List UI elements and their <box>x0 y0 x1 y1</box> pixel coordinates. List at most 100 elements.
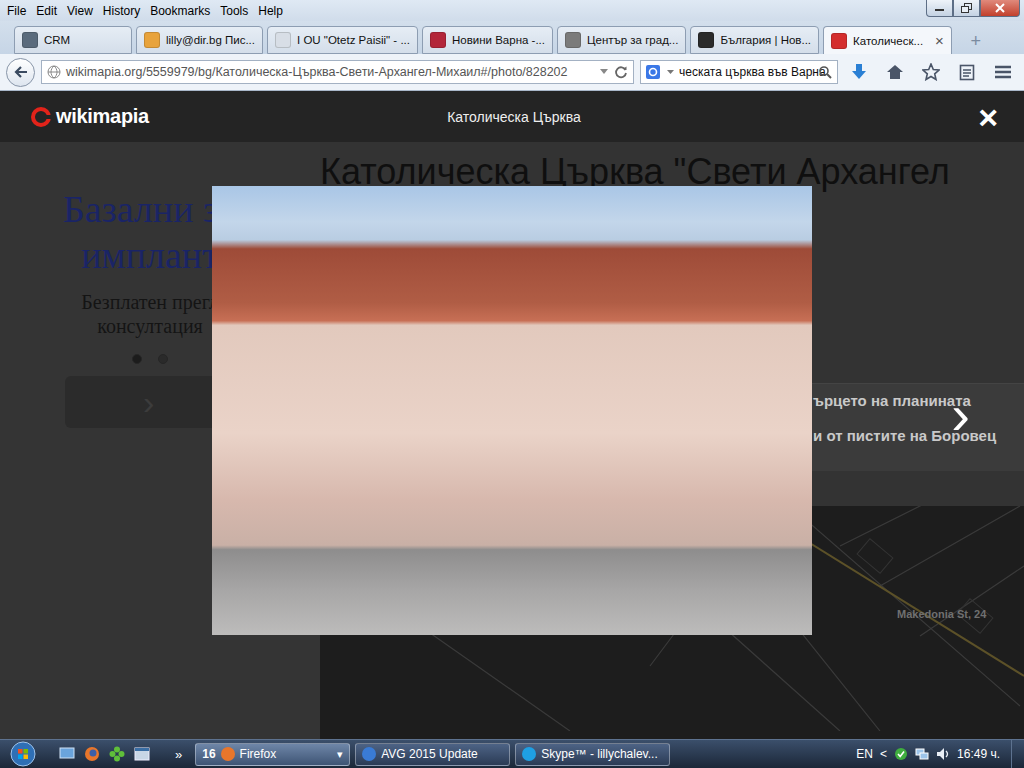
task-label: Skype™ - lillychalev... <box>541 747 657 761</box>
photo-lightbox: wikimapia Католическа Църква × › <box>0 91 1024 739</box>
browser-tab[interactable]: I OU "Otetz Paisii" - ... <box>267 26 418 54</box>
network-icon[interactable] <box>915 747 929 761</box>
lightbox-close-button[interactable]: × <box>978 100 998 134</box>
minimize-button[interactable] <box>926 0 953 17</box>
download-button[interactable] <box>844 59 874 85</box>
menu-item[interactable]: View <box>62 4 98 18</box>
wikimapia-logo[interactable]: wikimapia <box>30 105 447 128</box>
taskbar: » 16Firefox▾ AVG 2015 Update Skype™ - lilly… <box>0 739 1024 768</box>
browser-tab[interactable]: lilly@dir.bg Пис... <box>136 26 263 54</box>
search-text: ческата църква във Варна <box>679 65 813 79</box>
back-arrow-icon <box>13 64 29 80</box>
app-launcher[interactable] <box>132 744 152 764</box>
browser-tab[interactable]: България | Нов... <box>690 26 819 54</box>
menu-item[interactable]: Help <box>253 4 288 18</box>
tab-label: Център за град... <box>587 34 678 46</box>
favicon-icon <box>698 32 714 48</box>
browser-tab[interactable]: Център за град... <box>557 26 686 54</box>
firefox-launcher[interactable] <box>82 744 102 764</box>
close-icon <box>994 3 1006 13</box>
hamburger-icon <box>994 64 1012 80</box>
clock[interactable]: 16:49 ч. <box>957 747 1000 761</box>
browser-window: FileEditViewHistoryBookmarksToolsHelpCRM… <box>0 0 1024 768</box>
favicon-icon <box>144 32 160 48</box>
next-photo-button[interactable]: › <box>951 382 970 447</box>
task-app-icon <box>522 747 536 761</box>
menu-item[interactable]: Bookmarks <box>145 4 215 18</box>
tab-label: Новини Варна -... <box>452 34 545 46</box>
task-button[interactable]: Skype™ - lillychalev... <box>515 743 670 766</box>
task-app-icon <box>221 747 235 761</box>
more-launchers-button[interactable]: » <box>175 747 182 762</box>
task-button[interactable]: AVG 2015 Update <box>355 743 510 766</box>
show-desktop-launcher[interactable] <box>57 744 77 764</box>
navigation-bar: wikimapia.org/5559979/bg/Католическа-Цър… <box>0 54 1024 91</box>
search-field[interactable]: ческата църква във Варна <box>640 60 838 84</box>
task-count: 16 <box>202 747 215 761</box>
wikimapia-ring-icon <box>30 106 52 128</box>
restore-button[interactable] <box>953 0 980 17</box>
security-check-icon[interactable] <box>894 747 908 761</box>
ad-dot[interactable] <box>158 354 168 364</box>
menu-item[interactable]: Edit <box>31 4 62 18</box>
tray-expand-button[interactable]: < <box>880 747 887 761</box>
reload-icon[interactable] <box>614 65 628 79</box>
clipboard-icon <box>959 63 975 81</box>
volume-icon[interactable] <box>936 747 950 761</box>
windows-orb-icon <box>10 741 36 767</box>
menu-item[interactable]: Tools <box>215 4 253 18</box>
window-app-icon <box>134 747 150 761</box>
tab-close-button[interactable]: × <box>929 32 944 49</box>
menu-button[interactable] <box>988 59 1018 85</box>
engine-dropdown-icon[interactable] <box>667 69 674 75</box>
desktop-icon <box>59 747 75 761</box>
tab-label: CRM <box>44 34 70 46</box>
address-text: wikimapia.org/5559979/bg/Католическа-Цър… <box>66 65 594 79</box>
map-label: Makedonia St, 24 <box>897 608 986 620</box>
favicon-icon <box>430 32 446 48</box>
home-button[interactable] <box>880 59 910 85</box>
browser-tab[interactable]: Новини Варна -... <box>422 26 553 54</box>
favicon-icon <box>565 32 581 48</box>
page-content: Базални зъимплантБезплатен преглконсулта… <box>0 91 1024 739</box>
browser-tab[interactable]: Католическ... × <box>823 26 952 54</box>
favicon-icon <box>831 33 847 49</box>
task-label: AVG 2015 Update <box>381 747 478 761</box>
tab-label: Католическ... <box>853 35 923 47</box>
google-icon <box>646 65 662 79</box>
flower-icon <box>109 746 125 762</box>
system-tray: EN <16:49 ч. <box>856 740 1024 768</box>
star-icon <box>922 63 940 81</box>
lightbox-title: Католическа Църква <box>447 109 581 125</box>
browser-tab[interactable]: CRM <box>14 26 132 54</box>
start-button[interactable] <box>8 741 38 767</box>
menu-item[interactable]: History <box>98 4 145 18</box>
utorrent-launcher[interactable] <box>107 744 127 764</box>
bookmark-button[interactable] <box>916 59 946 85</box>
menu-item[interactable]: File <box>2 4 31 18</box>
lightbox-header: wikimapia Католическа Църква × <box>0 91 1024 142</box>
back-button[interactable] <box>6 58 35 87</box>
task-button[interactable]: 16Firefox▾ <box>195 743 350 766</box>
window-controls <box>926 0 1020 17</box>
church-photo <box>212 186 812 635</box>
new-tab-button[interactable]: + <box>962 28 990 54</box>
firefox-icon <box>84 746 100 762</box>
show-desktop-button[interactable] <box>1011 740 1024 768</box>
favicon-icon <box>275 32 291 48</box>
info-line[interactable]: и от пистите на Боровец <box>813 427 1018 444</box>
dropdown-icon[interactable] <box>599 68 609 76</box>
magnifier-icon[interactable] <box>818 65 832 79</box>
ad-dot[interactable] <box>132 354 142 364</box>
info-line[interactable]: ърцето на планината <box>813 392 1018 409</box>
bookmarks-list-button[interactable] <box>952 59 982 85</box>
address-field[interactable]: wikimapia.org/5559979/bg/Католическа-Цър… <box>41 60 634 84</box>
language-indicator[interactable]: EN <box>856 747 873 761</box>
task-app-icon <box>362 747 376 761</box>
tab-label: I OU "Otetz Paisii" - ... <box>297 34 410 46</box>
close-window-button[interactable] <box>980 0 1020 17</box>
lightbox-body: › <box>0 142 1024 739</box>
logo-text: wikimapia <box>56 105 149 128</box>
menu-bar: FileEditViewHistoryBookmarksToolsHelp <box>0 0 1024 21</box>
tab-strip: CRM lilly@dir.bg Пис... I OU "Otetz Paisii… <box>0 21 1024 54</box>
